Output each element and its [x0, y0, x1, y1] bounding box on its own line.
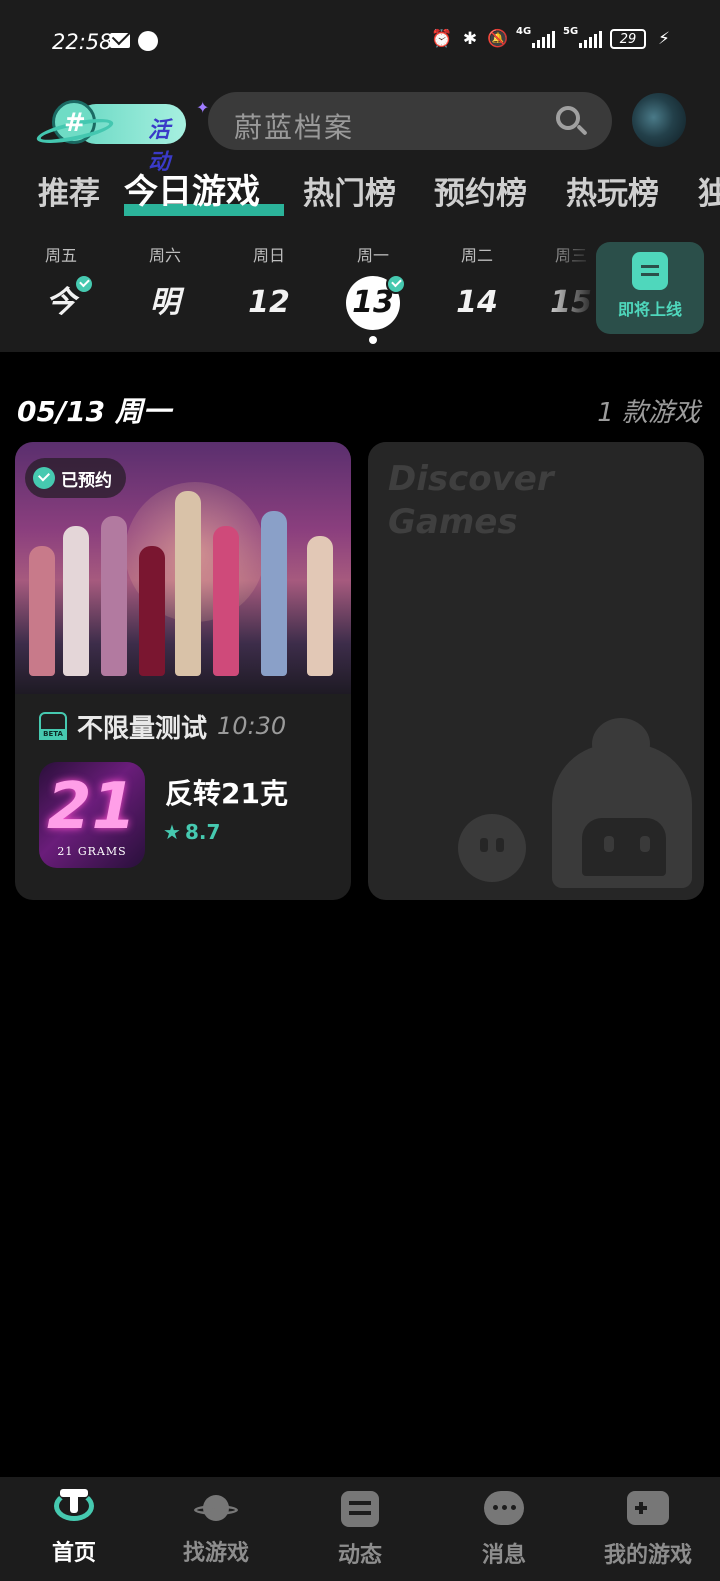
- charging-icon: ⚡: [658, 29, 670, 49]
- tab-recommend[interactable]: 推荐: [38, 168, 100, 213]
- check-icon: [386, 274, 406, 294]
- day-number: 14: [456, 285, 498, 320]
- date-label: 05/13 周一: [17, 395, 171, 428]
- game-rating: ★ 8.7: [163, 820, 221, 844]
- nav-home[interactable]: 首页: [4, 1489, 144, 1567]
- date-header: 05/13 周一 1 款游戏: [0, 390, 720, 430]
- search-placeholder: 蔚蓝档案: [234, 111, 355, 144]
- feed-icon: [341, 1491, 379, 1527]
- planet-logo-icon: #: [34, 94, 116, 152]
- status-icons: ⏰ ✱ 🔕 4G 5G 29 ⚡: [431, 26, 674, 49]
- game-icon[interactable]: 21 21 GRAMS: [39, 762, 145, 868]
- nav-find-games[interactable]: 找游戏: [146, 1489, 286, 1567]
- nav-my-games[interactable]: 我的游戏: [578, 1489, 718, 1569]
- status-time: 22:58: [52, 30, 113, 54]
- avatar[interactable]: [632, 93, 686, 147]
- status-bar: 22:58 ⏰ ✱ 🔕 4G 5G 29 ⚡: [0, 0, 720, 80]
- calendar-icon: [632, 252, 668, 290]
- date-selector: 周五 今 周六 明 周日 12 周一 13 周二 14 周三: [0, 240, 720, 352]
- mail-icon: [110, 33, 130, 48]
- app-notification-icon: [138, 31, 158, 51]
- test-info: BETA 不限量测试 10:30: [39, 708, 286, 744]
- test-type: 不限量测试: [77, 713, 208, 744]
- activity-label: 活动: [148, 118, 171, 175]
- mascot-icon: [542, 718, 692, 888]
- tab-reservation[interactable]: 预约榜: [434, 168, 527, 213]
- day-item-tue[interactable]: 周二 14: [442, 240, 512, 330]
- message-icon: [484, 1491, 524, 1525]
- day-number: 12: [248, 285, 290, 320]
- upcoming-button[interactable]: 即将上线: [596, 242, 704, 334]
- day-item-mon[interactable]: 周一 13: [338, 240, 408, 344]
- bluetooth-icon: ✱: [462, 29, 478, 49]
- header: # 活动 ✦ 蔚蓝档案 推荐 今日游戏 热门榜 预约榜 热玩榜 独 周五 今 周…: [0, 80, 720, 352]
- day-number-selected: 13: [346, 274, 406, 330]
- day-number: 今: [34, 274, 94, 330]
- nav-messages[interactable]: 消息: [434, 1489, 574, 1569]
- star-icon: ★: [163, 820, 181, 844]
- bottom-nav: 首页 找游戏 动态 消息 我的游戏: [0, 1477, 720, 1581]
- mute-icon: 🔕: [487, 29, 509, 49]
- check-icon: [74, 274, 94, 294]
- game-card[interactable]: 已预约 BETA 不限量测试 10:30 21 21 GRAMS 反转21克 ★…: [15, 442, 351, 900]
- signal-4g-icon: 4G: [516, 26, 555, 48]
- signal-5g-icon: 5G: [563, 26, 602, 48]
- selected-dot: [369, 336, 377, 344]
- battery-icon: 29: [610, 29, 646, 49]
- test-time: 10:30: [217, 712, 287, 740]
- home-icon: [52, 1489, 96, 1529]
- gamepad-icon: [627, 1491, 669, 1525]
- discover-text: Discover Games: [388, 459, 554, 542]
- discover-games-card[interactable]: Discover Games: [368, 442, 704, 900]
- tab-indie[interactable]: 独: [698, 168, 720, 213]
- day-item-sat[interactable]: 周六 明: [130, 240, 200, 330]
- day-item-sun[interactable]: 周日 12: [234, 240, 304, 330]
- day-item-fri[interactable]: 周五 今: [26, 240, 96, 330]
- reserved-badge: 已预约: [25, 458, 126, 498]
- scroll-fade: [540, 240, 596, 340]
- sparkle-icon: ✦: [196, 98, 210, 117]
- mascot-blob-icon: [458, 814, 526, 882]
- beta-icon: BETA: [39, 712, 67, 740]
- alarm-icon: ⏰: [431, 29, 453, 49]
- check-icon: [33, 467, 55, 489]
- nav-feed[interactable]: 动态: [290, 1489, 430, 1569]
- search-input[interactable]: 蔚蓝档案: [208, 92, 612, 150]
- category-tabs: 推荐 今日游戏 热门榜 预约榜 热玩榜 独: [0, 168, 720, 220]
- game-name[interactable]: 反转21克: [165, 772, 288, 812]
- tab-hot[interactable]: 热门榜: [303, 168, 396, 213]
- game-banner-image[interactable]: 已预约: [15, 442, 351, 694]
- game-count: 1 款游戏: [597, 398, 700, 428]
- search-icon[interactable]: [556, 106, 588, 136]
- day-number: 明: [150, 285, 180, 320]
- activity-button[interactable]: # 活动 ✦: [30, 90, 209, 175]
- tab-popular-play[interactable]: 热玩榜: [566, 168, 659, 213]
- planet-icon: [194, 1489, 238, 1529]
- tab-today-games[interactable]: 今日游戏: [124, 168, 260, 213]
